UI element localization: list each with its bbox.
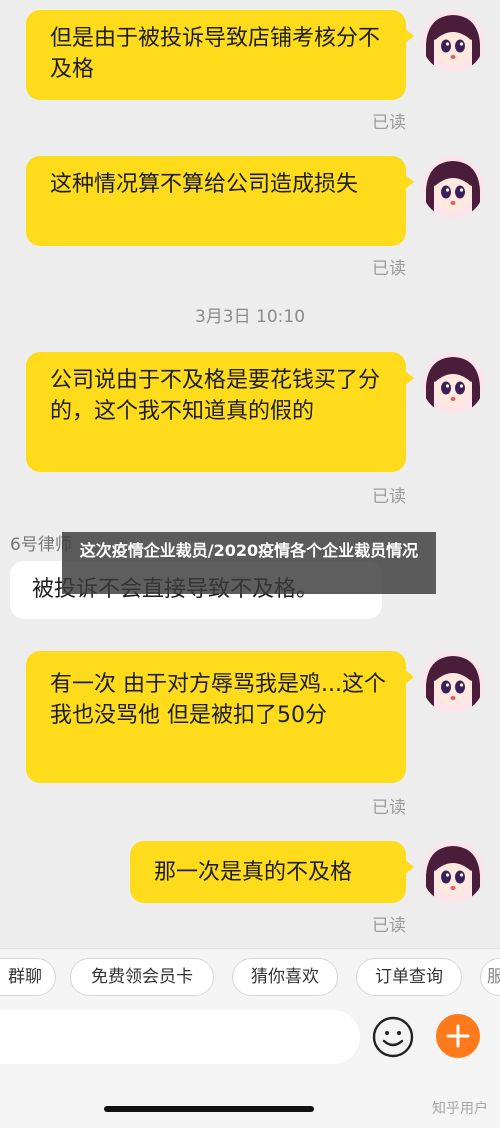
home-indicator xyxy=(104,1106,314,1112)
message-bubble-self[interactable]: 有一次 由于对方辱骂我是鸡...这个我也没骂他 但是被扣了50分 xyxy=(26,651,414,783)
anime-girl-avatar-icon xyxy=(422,651,484,713)
read-status: 已读 xyxy=(372,113,406,133)
user-avatar[interactable] xyxy=(422,651,484,713)
read-status: 已读 xyxy=(372,798,406,818)
quick-reply-free-membership[interactable]: 免费领会员卡 xyxy=(70,958,214,996)
message-text: 有一次 由于对方辱骂我是鸡...这个我也没骂他 但是被扣了50分 xyxy=(50,672,386,728)
message-bubble-self[interactable]: 那一次是真的不及格 xyxy=(130,841,414,903)
message-text: 公司说由于不及格是要花钱买了分的，这个我不知道真的假的 xyxy=(50,368,381,424)
user-avatar[interactable] xyxy=(422,841,484,903)
message-text: 那一次是真的不及格 xyxy=(154,860,353,885)
quick-reply-service[interactable]: 服 xyxy=(480,958,500,996)
quick-reply-group-chat[interactable]: 群聊 xyxy=(0,958,56,996)
message-input[interactable] xyxy=(0,1010,360,1064)
plus-icon xyxy=(446,1024,470,1048)
message-bubble-self[interactable]: 公司说由于不及格是要花钱买了分的，这个我不知道真的假的 xyxy=(26,352,414,472)
message-bubble-self[interactable]: 但是由于被投诉导致店铺考核分不及格 xyxy=(26,10,414,100)
quick-reply-bar: 群聊 免费领会员卡 猜你喜欢 订单查询 服 xyxy=(0,948,500,1004)
user-avatar[interactable] xyxy=(422,10,484,72)
smiley-icon xyxy=(372,1016,414,1058)
quick-reply-order-query[interactable]: 订单查询 xyxy=(356,958,462,996)
anime-girl-avatar-icon xyxy=(422,156,484,218)
read-status: 已读 xyxy=(372,259,406,279)
read-status: 已读 xyxy=(372,916,406,936)
quick-reply-service-label: 服 xyxy=(487,967,500,987)
overlay-caption: 这次疫情企业裁员/2020疫情各个企业裁员情况 xyxy=(62,532,436,594)
user-avatar[interactable] xyxy=(422,352,484,414)
message-text: 但是由于被投诉导致店铺考核分不及格 xyxy=(50,26,381,82)
anime-girl-avatar-icon xyxy=(422,10,484,72)
user-avatar[interactable] xyxy=(422,156,484,218)
message-bubble-self[interactable]: 这种情况算不算给公司造成损失 xyxy=(26,156,414,246)
read-status: 已读 xyxy=(372,487,406,507)
plus-button[interactable] xyxy=(436,1014,480,1058)
emoji-button[interactable] xyxy=(372,1016,414,1058)
watermark: 知乎用户 xyxy=(432,1101,488,1117)
anime-girl-avatar-icon xyxy=(422,352,484,414)
quick-reply-recommendations[interactable]: 猜你喜欢 xyxy=(232,958,338,996)
anime-girl-avatar-icon xyxy=(422,841,484,903)
message-text: 这种情况算不算给公司造成损失 xyxy=(50,172,359,197)
message-timestamp: 3月3日 10:10 xyxy=(194,307,306,327)
